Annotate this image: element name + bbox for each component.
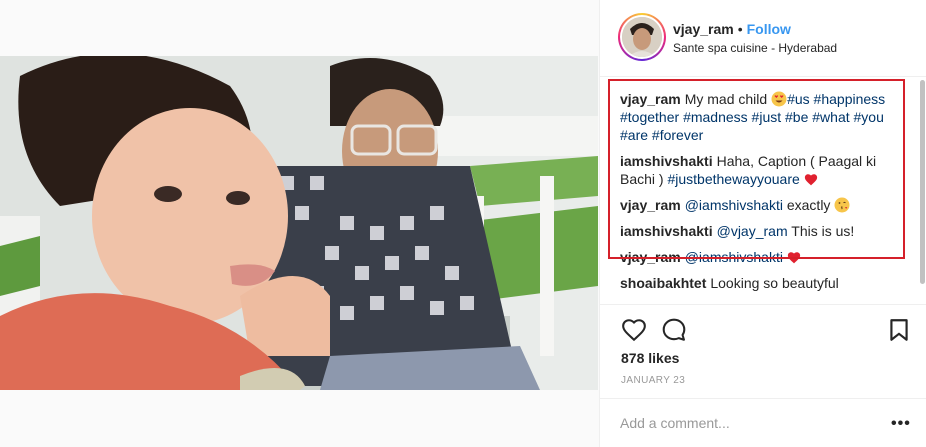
follow-button[interactable]: Follow	[747, 21, 791, 37]
avatar[interactable]	[618, 13, 666, 61]
hashtag-link[interactable]: #just	[752, 109, 782, 125]
post-details-panel: vjay_ram • Follow Sante spa cuisine - Hyde…	[599, 0, 926, 447]
add-comment-input[interactable]	[620, 413, 870, 433]
red-heart-icon	[787, 249, 801, 265]
likes-count[interactable]: 878 likes	[621, 350, 679, 366]
comments-scrollbar[interactable]	[918, 80, 926, 302]
comment-text: My mad child	[684, 91, 772, 107]
post-location[interactable]: Sante spa cuisine - Hyderabad	[673, 41, 837, 55]
comment-item: shoaibakhtet Looking so beautyful	[600, 274, 926, 292]
heart-outline-icon[interactable]	[621, 317, 647, 343]
comment-item: vjay_ram My mad child #us #happiness #tog…	[600, 90, 926, 144]
comment-text: Looking so beautyful	[710, 275, 839, 291]
comments-list[interactable]: vjay_ram My mad child #us #happiness #tog…	[600, 78, 926, 304]
add-comment-section: •••	[600, 398, 926, 447]
bookmark-icon[interactable]	[886, 317, 912, 343]
comment-text: exactly	[782, 197, 835, 213]
comment-text: This is us!	[787, 223, 855, 239]
hashtag-link[interactable]: #madness	[683, 109, 748, 125]
comment-item: iamshivshakti @vjay_ram This is us!	[600, 222, 926, 240]
post-date[interactable]: JANUARY 23	[621, 375, 685, 386]
hashtag-link[interactable]: #forever	[652, 127, 703, 143]
post-header: vjay_ram • Follow Sante spa cuisine - Hyde…	[600, 0, 926, 77]
comment-username[interactable]: vjay_ram	[620, 91, 681, 107]
post-photo[interactable]	[0, 56, 598, 390]
comment-username[interactable]: iamshivshakti	[620, 153, 713, 169]
post-actions: 878 likes JANUARY 23	[600, 304, 926, 404]
more-options-icon[interactable]: •••	[891, 415, 911, 433]
instagram-post-view: vjay_ram • Follow Sante spa cuisine - Hyde…	[0, 0, 926, 447]
hashtag-link[interactable]: #you	[854, 109, 884, 125]
comment-username[interactable]: vjay_ram	[620, 197, 681, 213]
hashtag-link[interactable]: #what	[812, 109, 849, 125]
hashtag-link[interactable]: #us	[787, 91, 810, 107]
header-title-line: vjay_ram • Follow	[673, 21, 791, 37]
red-heart-icon	[804, 171, 818, 187]
heart-eyes-emoji-icon	[771, 91, 787, 107]
comment-item: vjay_ram @iamshivshakti	[600, 248, 926, 266]
comment-item: iamshivshakti Haha, Caption ( Paagal ki B…	[600, 152, 926, 188]
comment-username[interactable]: shoaibakhtet	[620, 275, 706, 291]
hashtag-link[interactable]: #happiness	[814, 91, 886, 107]
hashtag-link[interactable]: #together	[620, 109, 679, 125]
post-username[interactable]: vjay_ram	[673, 21, 734, 37]
mention-link[interactable]: @iamshivshakti	[685, 249, 783, 265]
hashtag-link[interactable]: #justbethewayyouare	[667, 171, 799, 187]
comment-item: vjay_ram @iamshivshakti exactly	[600, 196, 926, 214]
comment-bubble-icon[interactable]	[661, 317, 687, 343]
mention-link[interactable]: @iamshivshakti	[685, 197, 783, 213]
kiss-emoji-icon	[834, 197, 850, 213]
photo-column	[0, 0, 600, 447]
hashtag-link[interactable]: #be	[785, 109, 808, 125]
hashtag-link[interactable]: #are	[620, 127, 648, 143]
mention-link[interactable]: @vjay_ram	[717, 223, 788, 239]
comment-username[interactable]: iamshivshakti	[620, 223, 713, 239]
separator-dot: •	[737, 21, 743, 37]
scrollbar-thumb[interactable]	[920, 80, 925, 284]
comment-username[interactable]: vjay_ram	[620, 249, 681, 265]
